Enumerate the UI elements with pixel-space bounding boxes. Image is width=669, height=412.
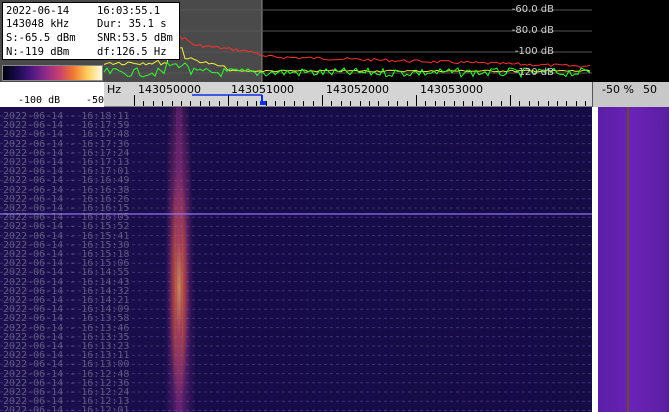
freq-tick	[312, 101, 314, 106]
info-duration: Dur: 35.1 s	[97, 18, 167, 30]
freq-tick	[152, 101, 154, 106]
freq-tick	[340, 101, 342, 106]
waterfall-display[interactable]: 2022-06-14 - 16:18:11 2022-06-14 - 16:17:…	[0, 107, 592, 412]
freq-tick	[510, 95, 511, 106]
colormap-low-label: -100 dB	[18, 95, 61, 106]
freq-tick	[284, 101, 286, 106]
drift-right-label: 50	[643, 83, 657, 96]
freq-tick	[500, 101, 502, 106]
freq-tick	[434, 101, 436, 106]
db-label-80: -80.0 dB	[511, 25, 554, 36]
freq-tick	[481, 101, 483, 106]
freq-tick	[472, 101, 474, 106]
freq-tick	[143, 101, 145, 106]
db-label-100: -100 dB	[514, 46, 554, 57]
freq-tick	[387, 101, 389, 106]
freq-tick	[369, 101, 370, 106]
colormap-high-label: -50	[86, 95, 105, 106]
freq-tick	[557, 101, 558, 106]
freq-tick	[350, 101, 352, 106]
freq-tick	[538, 101, 540, 106]
freq-tick	[406, 101, 408, 106]
freq-tick	[303, 101, 305, 106]
freq-tick	[491, 101, 493, 106]
freq-tick	[397, 101, 399, 106]
info-snr: SNR:53.5 dBm	[97, 32, 173, 44]
freq-tick	[134, 95, 135, 106]
drift-left-label: -50 %	[602, 83, 634, 96]
signal-info-box: 2022-06-14 16:03:55.1 143048 kHz Dur: 35…	[2, 2, 180, 60]
info-time: 16:03:55.1	[97, 5, 161, 17]
freq-tick-label: 143052000	[326, 83, 389, 96]
frequency-axis[interactable]: Hz 143050000 143051000 143052000 1430530…	[104, 82, 615, 107]
freq-tick-label: 143053000	[420, 83, 483, 96]
colormap-legend	[2, 65, 103, 81]
freq-tick	[585, 101, 587, 106]
info-frequency: 143048 kHz	[6, 18, 70, 30]
freq-tick	[453, 101, 455, 106]
info-signal: S:-65.5 dBm	[6, 32, 76, 44]
freq-tick	[181, 101, 182, 106]
freq-tick	[322, 95, 323, 106]
freq-tick	[519, 101, 521, 106]
tuning-marker[interactable]	[192, 91, 282, 107]
db-label-60: -60.0 dB	[511, 4, 554, 15]
db-label-120: -120 dB	[514, 67, 554, 78]
freq-tick	[331, 101, 333, 106]
spectrum-waterfall-app: -60.0 dB -80.0 dB -100 dB -120 dB 2022-0…	[0, 0, 669, 412]
freq-tick	[425, 101, 427, 106]
freq-tick	[171, 101, 173, 106]
drift-panel	[598, 107, 669, 412]
info-noise: N:-119 dBm	[6, 46, 70, 58]
colormap-scale: -100 dB -50	[0, 82, 104, 107]
freq-tick	[575, 101, 577, 106]
drift-indicator-line	[627, 107, 629, 412]
freq-tick	[528, 101, 530, 106]
freq-tick	[444, 101, 446, 106]
info-date: 2022-06-14	[6, 5, 70, 17]
freq-tick	[162, 101, 164, 106]
right-panel-top	[592, 0, 669, 82]
freq-tick	[463, 101, 464, 106]
info-df: df:126.5 Hz	[97, 46, 167, 58]
freq-tick	[566, 101, 568, 106]
freq-tick	[416, 95, 417, 106]
freq-tick	[547, 101, 549, 106]
freq-tick	[359, 101, 361, 106]
waterfall-timestamp: 2022-06-14 - 16:12:01	[3, 405, 130, 412]
drift-scale-header: -50 % 50	[592, 82, 669, 107]
freq-tick	[378, 101, 380, 106]
freq-tick	[293, 101, 295, 106]
freq-unit-label: Hz	[107, 83, 122, 96]
